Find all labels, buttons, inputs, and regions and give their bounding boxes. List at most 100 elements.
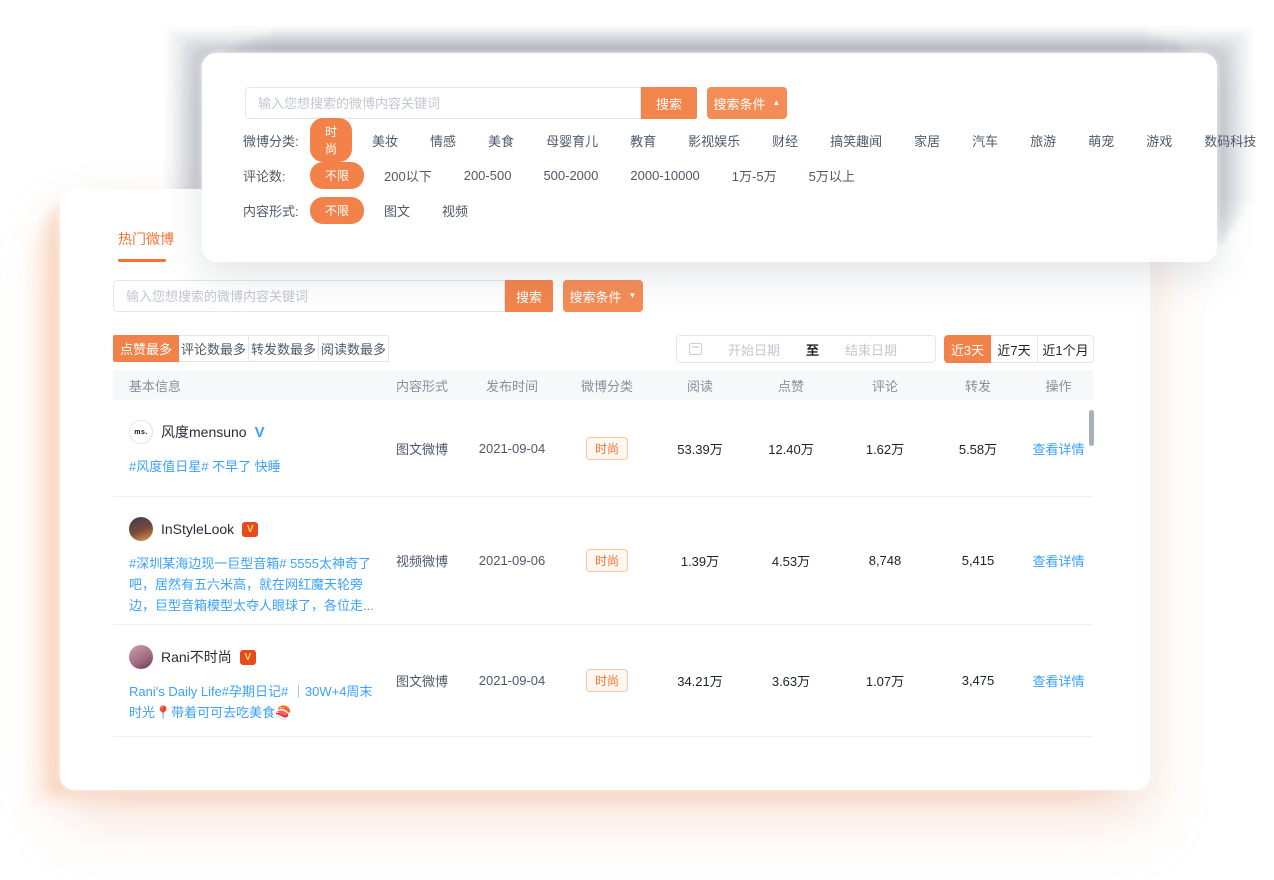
weibo-content-link[interactable]: #深圳某海边现一巨型音箱# 5555太神奇了吧，居然有五六米高，就在网红魔天轮旁… <box>129 553 381 616</box>
sort-tab-reads[interactable]: 阅读数最多 <box>319 335 389 362</box>
chevron-up-icon: ▲ <box>773 99 781 107</box>
verified-orange-icon: V <box>242 522 258 537</box>
search-condition-button[interactable]: 搜索条件 ▲ <box>707 87 787 119</box>
comments-value: 1.07万 <box>838 671 932 690</box>
weibo-content-link[interactable]: #风度值日星# 不早了 快睡 <box>129 456 381 477</box>
col-reposts: 转发 <box>932 376 1024 395</box>
filter-option[interactable]: 图文 <box>384 201 410 220</box>
reposts-value: 5.58万 <box>932 439 1024 458</box>
search-button[interactable]: 搜索 <box>641 87 697 119</box>
filter-option[interactable]: 美食 <box>488 131 514 150</box>
view-detail-link[interactable]: 查看详情 <box>1024 439 1093 458</box>
filter-option[interactable]: 5万以上 <box>809 166 855 185</box>
weibo-content-link[interactable]: Rani's Daily Life#孕期日记# ｜30W+4周末时光📍带着可可去… <box>129 681 381 723</box>
reads-value: 1.39万 <box>656 551 744 570</box>
publish-date: 2021-09-06 <box>466 553 558 568</box>
basic-info-cell: ms. 风度mensuno V #风度值日星# 不早了 快睡 <box>113 400 378 477</box>
username[interactable]: 风度mensuno <box>161 422 247 442</box>
filter-option[interactable]: 200以下 <box>384 166 432 185</box>
filter-row-category: 微博分类: 时尚 美妆 情感 美食 母婴育儿 教育 影视娱乐 财经 搞笑趣闻 家… <box>243 128 1274 152</box>
table-scrollbar[interactable] <box>1089 410 1094 446</box>
search-button[interactable]: 搜索 <box>505 280 553 312</box>
search-input[interactable] <box>245 87 641 119</box>
filter-option[interactable]: 财经 <box>772 131 798 150</box>
username[interactable]: InStyleLook <box>161 521 234 537</box>
col-publish-time: 发布时间 <box>466 376 558 395</box>
likes-value: 3.63万 <box>744 671 838 690</box>
search-condition-label: 搜索条件 <box>570 287 622 306</box>
likes-value: 12.40万 <box>744 439 838 458</box>
sort-tab-likes[interactable]: 点赞最多 <box>113 335 179 362</box>
avatar[interactable] <box>129 517 153 541</box>
filter-option[interactable]: 数码科技 <box>1204 131 1256 150</box>
filter-option[interactable]: 家居 <box>914 131 940 150</box>
table-row: ms. 风度mensuno V #风度值日星# 不早了 快睡 图文微博 2021… <box>113 400 1093 497</box>
col-reads: 阅读 <box>656 376 744 395</box>
table-row: Rani不时尚 V Rani's Daily Life#孕期日记# ｜30W+4… <box>113 625 1093 737</box>
avatar[interactable]: ms. <box>129 420 153 444</box>
col-content-form: 内容形式 <box>378 376 466 395</box>
filter-option-selected[interactable]: 不限 <box>310 197 364 224</box>
hot-weibo-panel: 热门微博 搜索 搜索条件 ▼ 点赞最多 评论数最多 转发数最多 阅读数最多 开始… <box>60 189 1150 790</box>
filter-option[interactable]: 母婴育儿 <box>546 131 598 150</box>
date-separator: 至 <box>806 340 819 359</box>
content-form: 图文微博 <box>378 439 466 458</box>
table-header: 基本信息 内容形式 发布时间 微博分类 阅读 点赞 评论 转发 操作 <box>113 370 1093 400</box>
chevron-down-icon: ▼ <box>629 292 637 300</box>
filter-option-selected[interactable]: 不限 <box>310 162 364 189</box>
sort-tab-reposts[interactable]: 转发数最多 <box>249 335 319 362</box>
avatar[interactable] <box>129 645 153 669</box>
filter-option[interactable]: 搞笑趣闻 <box>830 131 882 150</box>
verified-blue-icon: V <box>255 425 265 440</box>
search-condition-label: 搜索条件 <box>714 94 766 113</box>
filter-option[interactable]: 视频 <box>442 201 468 220</box>
filter-option[interactable]: 游戏 <box>1146 131 1172 150</box>
filter-option[interactable]: 旅游 <box>1030 131 1056 150</box>
reposts-value: 3,475 <box>932 673 1024 688</box>
quick-date-3days[interactable]: 近3天 <box>944 335 991 363</box>
reposts-value: 5,415 <box>932 553 1024 568</box>
filter-option[interactable]: 汽车 <box>972 131 998 150</box>
filter-option[interactable]: 2000-10000 <box>630 168 699 183</box>
page: 热门微博 搜索 搜索条件 ▼ 点赞最多 评论数最多 转发数最多 阅读数最多 开始… <box>0 0 1274 880</box>
search-input[interactable] <box>113 280 505 312</box>
col-category: 微博分类 <box>558 376 656 395</box>
filter-label: 微博分类: <box>243 131 310 150</box>
date-range-picker[interactable]: 开始日期 至 结束日期 <box>676 335 936 363</box>
col-basic-info: 基本信息 <box>113 376 378 395</box>
basic-info-cell: InStyleLook V #深圳某海边现一巨型音箱# 5555太神奇了吧，居然… <box>113 497 378 616</box>
quick-date-7days[interactable]: 近7天 <box>991 335 1038 363</box>
view-detail-link[interactable]: 查看详情 <box>1024 671 1093 690</box>
view-detail-link[interactable]: 查看详情 <box>1024 551 1093 570</box>
filter-option[interactable]: 200-500 <box>464 168 512 183</box>
filter-option[interactable]: 1万-5万 <box>732 166 777 185</box>
basic-info-cell: Rani不时尚 V Rani's Daily Life#孕期日记# ｜30W+4… <box>113 625 378 723</box>
quick-date-group: 近3天 近7天 近1个月 <box>944 335 1094 363</box>
col-likes: 点赞 <box>744 376 838 395</box>
reads-value: 53.39万 <box>656 439 744 458</box>
end-date-field[interactable]: 结束日期 <box>819 340 923 359</box>
filter-option[interactable]: 萌宠 <box>1088 131 1114 150</box>
quick-date-1month[interactable]: 近1个月 <box>1038 335 1094 363</box>
filter-option[interactable]: 美妆 <box>372 131 398 150</box>
filter-label: 评论数: <box>243 166 310 185</box>
tab-active-underline <box>118 259 166 262</box>
likes-value: 4.53万 <box>744 551 838 570</box>
search-condition-button[interactable]: 搜索条件 ▼ <box>563 280 643 312</box>
publish-date: 2021-09-04 <box>466 673 558 688</box>
username[interactable]: Rani不时尚 <box>161 647 232 667</box>
calendar-icon <box>689 343 702 355</box>
category-tag: 时尚 <box>586 549 628 572</box>
table-row: InStyleLook V #深圳某海边现一巨型音箱# 5555太神奇了吧，居然… <box>113 497 1093 625</box>
filter-option[interactable]: 教育 <box>630 131 656 150</box>
filter-option-selected[interactable]: 时尚 <box>310 118 352 162</box>
filter-option[interactable]: 影视娱乐 <box>688 131 740 150</box>
start-date-field[interactable]: 开始日期 <box>702 340 806 359</box>
weibo-table: 基本信息 内容形式 发布时间 微博分类 阅读 点赞 评论 转发 操作 ms. 风… <box>113 370 1093 737</box>
comments-value: 8,748 <box>838 553 932 568</box>
sort-tab-comments[interactable]: 评论数最多 <box>179 335 249 362</box>
filter-option[interactable]: 500-2000 <box>543 168 598 183</box>
tab-hot-weibo[interactable]: 热门微博 <box>118 229 174 249</box>
filter-option[interactable]: 情感 <box>430 131 456 150</box>
reads-value: 34.21万 <box>656 671 744 690</box>
